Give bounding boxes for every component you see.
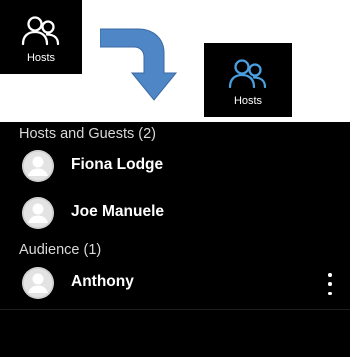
user-placeholder-icon <box>22 197 54 229</box>
hosts-button-after[interactable]: Hosts <box>204 43 292 117</box>
audience-heading: Audience (1) <box>19 242 102 258</box>
avatar <box>22 267 54 299</box>
user-placeholder-icon <box>22 150 54 182</box>
participant-name: Joe Manuele <box>71 203 165 220</box>
user-placeholder-icon <box>22 267 54 299</box>
hosts-button-before[interactable]: Hosts <box>0 0 82 74</box>
participant-name: Fiona Lodge <box>71 156 164 173</box>
participants-panel: Hosts and Guests (2) Fiona Lodge Joe Man… <box>0 122 350 357</box>
participant-name: Anthony <box>71 273 134 290</box>
participant-row[interactable]: Anthony <box>0 263 350 303</box>
people-icon <box>21 16 60 46</box>
people-icon <box>228 59 267 89</box>
avatar <box>22 150 54 182</box>
divider <box>0 309 350 310</box>
participant-row[interactable]: Fiona Lodge <box>0 146 350 186</box>
avatar <box>22 197 54 229</box>
participant-row[interactable]: Joe Manuele <box>0 193 350 233</box>
hosts-and-guests-heading: Hosts and Guests (2) <box>19 126 156 142</box>
hosts-label: Hosts <box>26 52 56 64</box>
curved-arrow-icon <box>100 28 178 101</box>
more-vertical-icon[interactable] <box>322 273 338 295</box>
hosts-label: Hosts <box>233 95 263 107</box>
